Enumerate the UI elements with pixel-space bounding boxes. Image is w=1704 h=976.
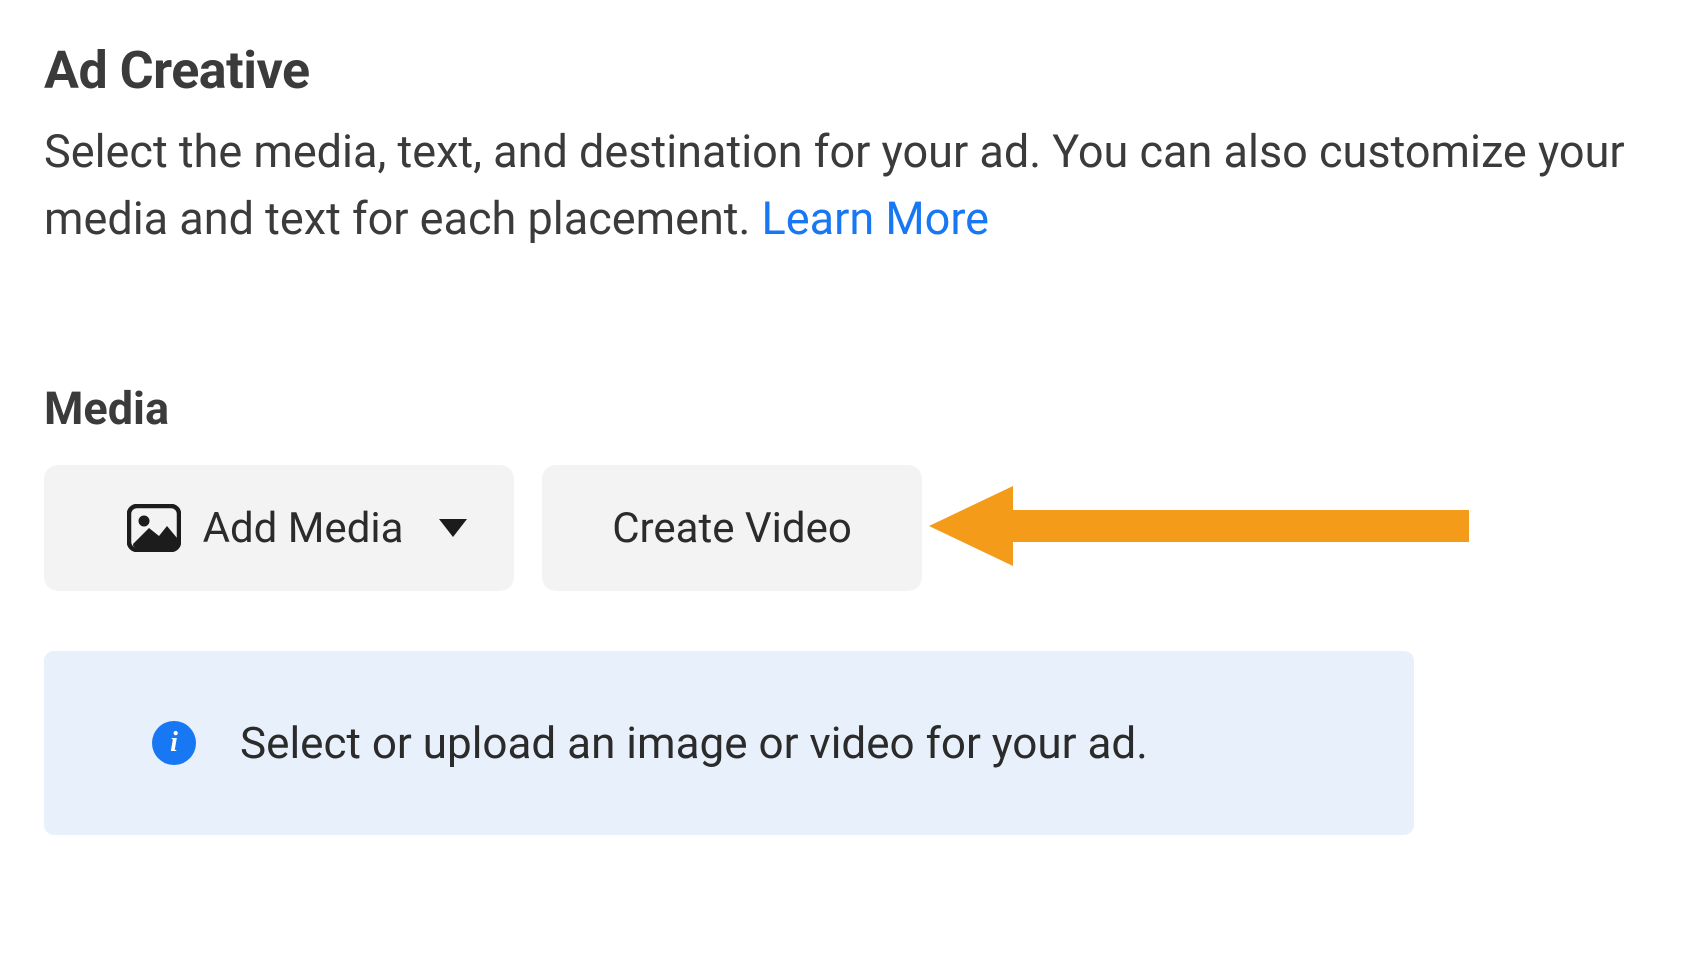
section-title: Ad Creative (44, 40, 1664, 101)
annotation-arrow (929, 482, 1469, 574)
media-button-row: Add Media Create Video (44, 465, 1664, 591)
info-banner: i Select or upload an image or video for… (44, 651, 1414, 835)
media-label: Media (44, 382, 1664, 435)
image-icon (127, 504, 181, 552)
info-icon: i (152, 721, 196, 765)
section-description: Select the media, text, and destination … (44, 119, 1664, 252)
media-section: Media Add Media Create Video (44, 382, 1664, 835)
create-video-label: Create Video (612, 504, 852, 553)
info-text: Select or upload an image or video for y… (240, 717, 1148, 769)
ad-creative-panel: Ad Creative Select the media, text, and … (0, 0, 1704, 976)
caret-down-icon (439, 519, 467, 537)
add-media-button[interactable]: Add Media (44, 465, 514, 591)
learn-more-link[interactable]: Learn More (762, 192, 989, 245)
create-video-button[interactable]: Create Video (542, 465, 922, 591)
add-media-label: Add Media (203, 504, 404, 553)
